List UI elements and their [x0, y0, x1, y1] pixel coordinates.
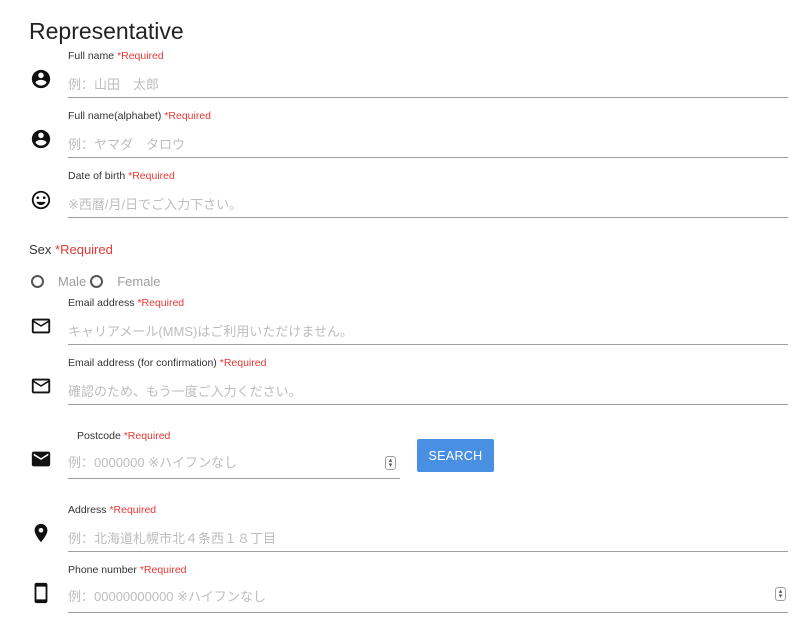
- required-marker: *Required: [164, 110, 212, 122]
- sex-male-radio[interactable]: [31, 275, 44, 288]
- smiley-icon: [31, 190, 51, 210]
- required-marker: *Required: [117, 50, 164, 62]
- phone-stepper[interactable]: ▴ ▾: [775, 587, 786, 601]
- account-circle-icon: [31, 69, 51, 89]
- address-input[interactable]: [68, 526, 788, 552]
- email-input[interactable]: [68, 319, 788, 345]
- date-of-birth-label: Date of birth *Required: [68, 170, 175, 182]
- phone-label: Phone number *Required: [68, 564, 187, 576]
- required-marker: *Required: [55, 242, 113, 257]
- email-label: Email address *Required: [68, 297, 185, 309]
- email-confirm-label: Email address (for confirmation) *Requir…: [68, 357, 267, 369]
- date-of-birth-input[interactable]: [68, 192, 788, 218]
- required-marker: *Required: [219, 357, 267, 369]
- required-marker: *Required: [128, 170, 175, 182]
- account-circle-icon: [31, 129, 51, 149]
- location-pin-icon: [34, 523, 48, 543]
- full-name-input[interactable]: [68, 72, 788, 98]
- postcode-label: Postcode *Required: [77, 430, 171, 442]
- required-marker: *Required: [137, 297, 185, 309]
- required-marker: *Required: [139, 564, 187, 576]
- sex-label: Sex *Required: [29, 242, 113, 257]
- smartphone-icon: [34, 582, 48, 604]
- sex-male-label[interactable]: Male: [58, 274, 86, 289]
- section-title: Representative: [29, 18, 184, 44]
- required-marker: *Required: [109, 504, 157, 516]
- sex-female-radio[interactable]: [90, 275, 104, 288]
- search-button[interactable]: SEARCH: [417, 439, 494, 472]
- required-marker: *Required: [123, 430, 171, 442]
- sex-radio-group: Male Female: [31, 274, 165, 289]
- sex-female-label[interactable]: Female: [117, 274, 160, 289]
- mail-filled-icon: [31, 451, 51, 467]
- full-name-alphabet-label: Full name(alphabet) *Required: [68, 110, 212, 122]
- postcode-stepper[interactable]: ▴ ▾: [385, 456, 396, 470]
- address-label: Address *Required: [68, 504, 157, 516]
- full-name-alphabet-input[interactable]: [68, 132, 788, 158]
- phone-input[interactable]: [68, 581, 788, 613]
- email-confirm-input[interactable]: [68, 379, 788, 405]
- postcode-input[interactable]: [68, 447, 400, 479]
- mail-outline-icon: [31, 378, 51, 394]
- mail-outline-icon: [31, 318, 51, 334]
- full-name-label: Full name *Required: [68, 50, 164, 62]
